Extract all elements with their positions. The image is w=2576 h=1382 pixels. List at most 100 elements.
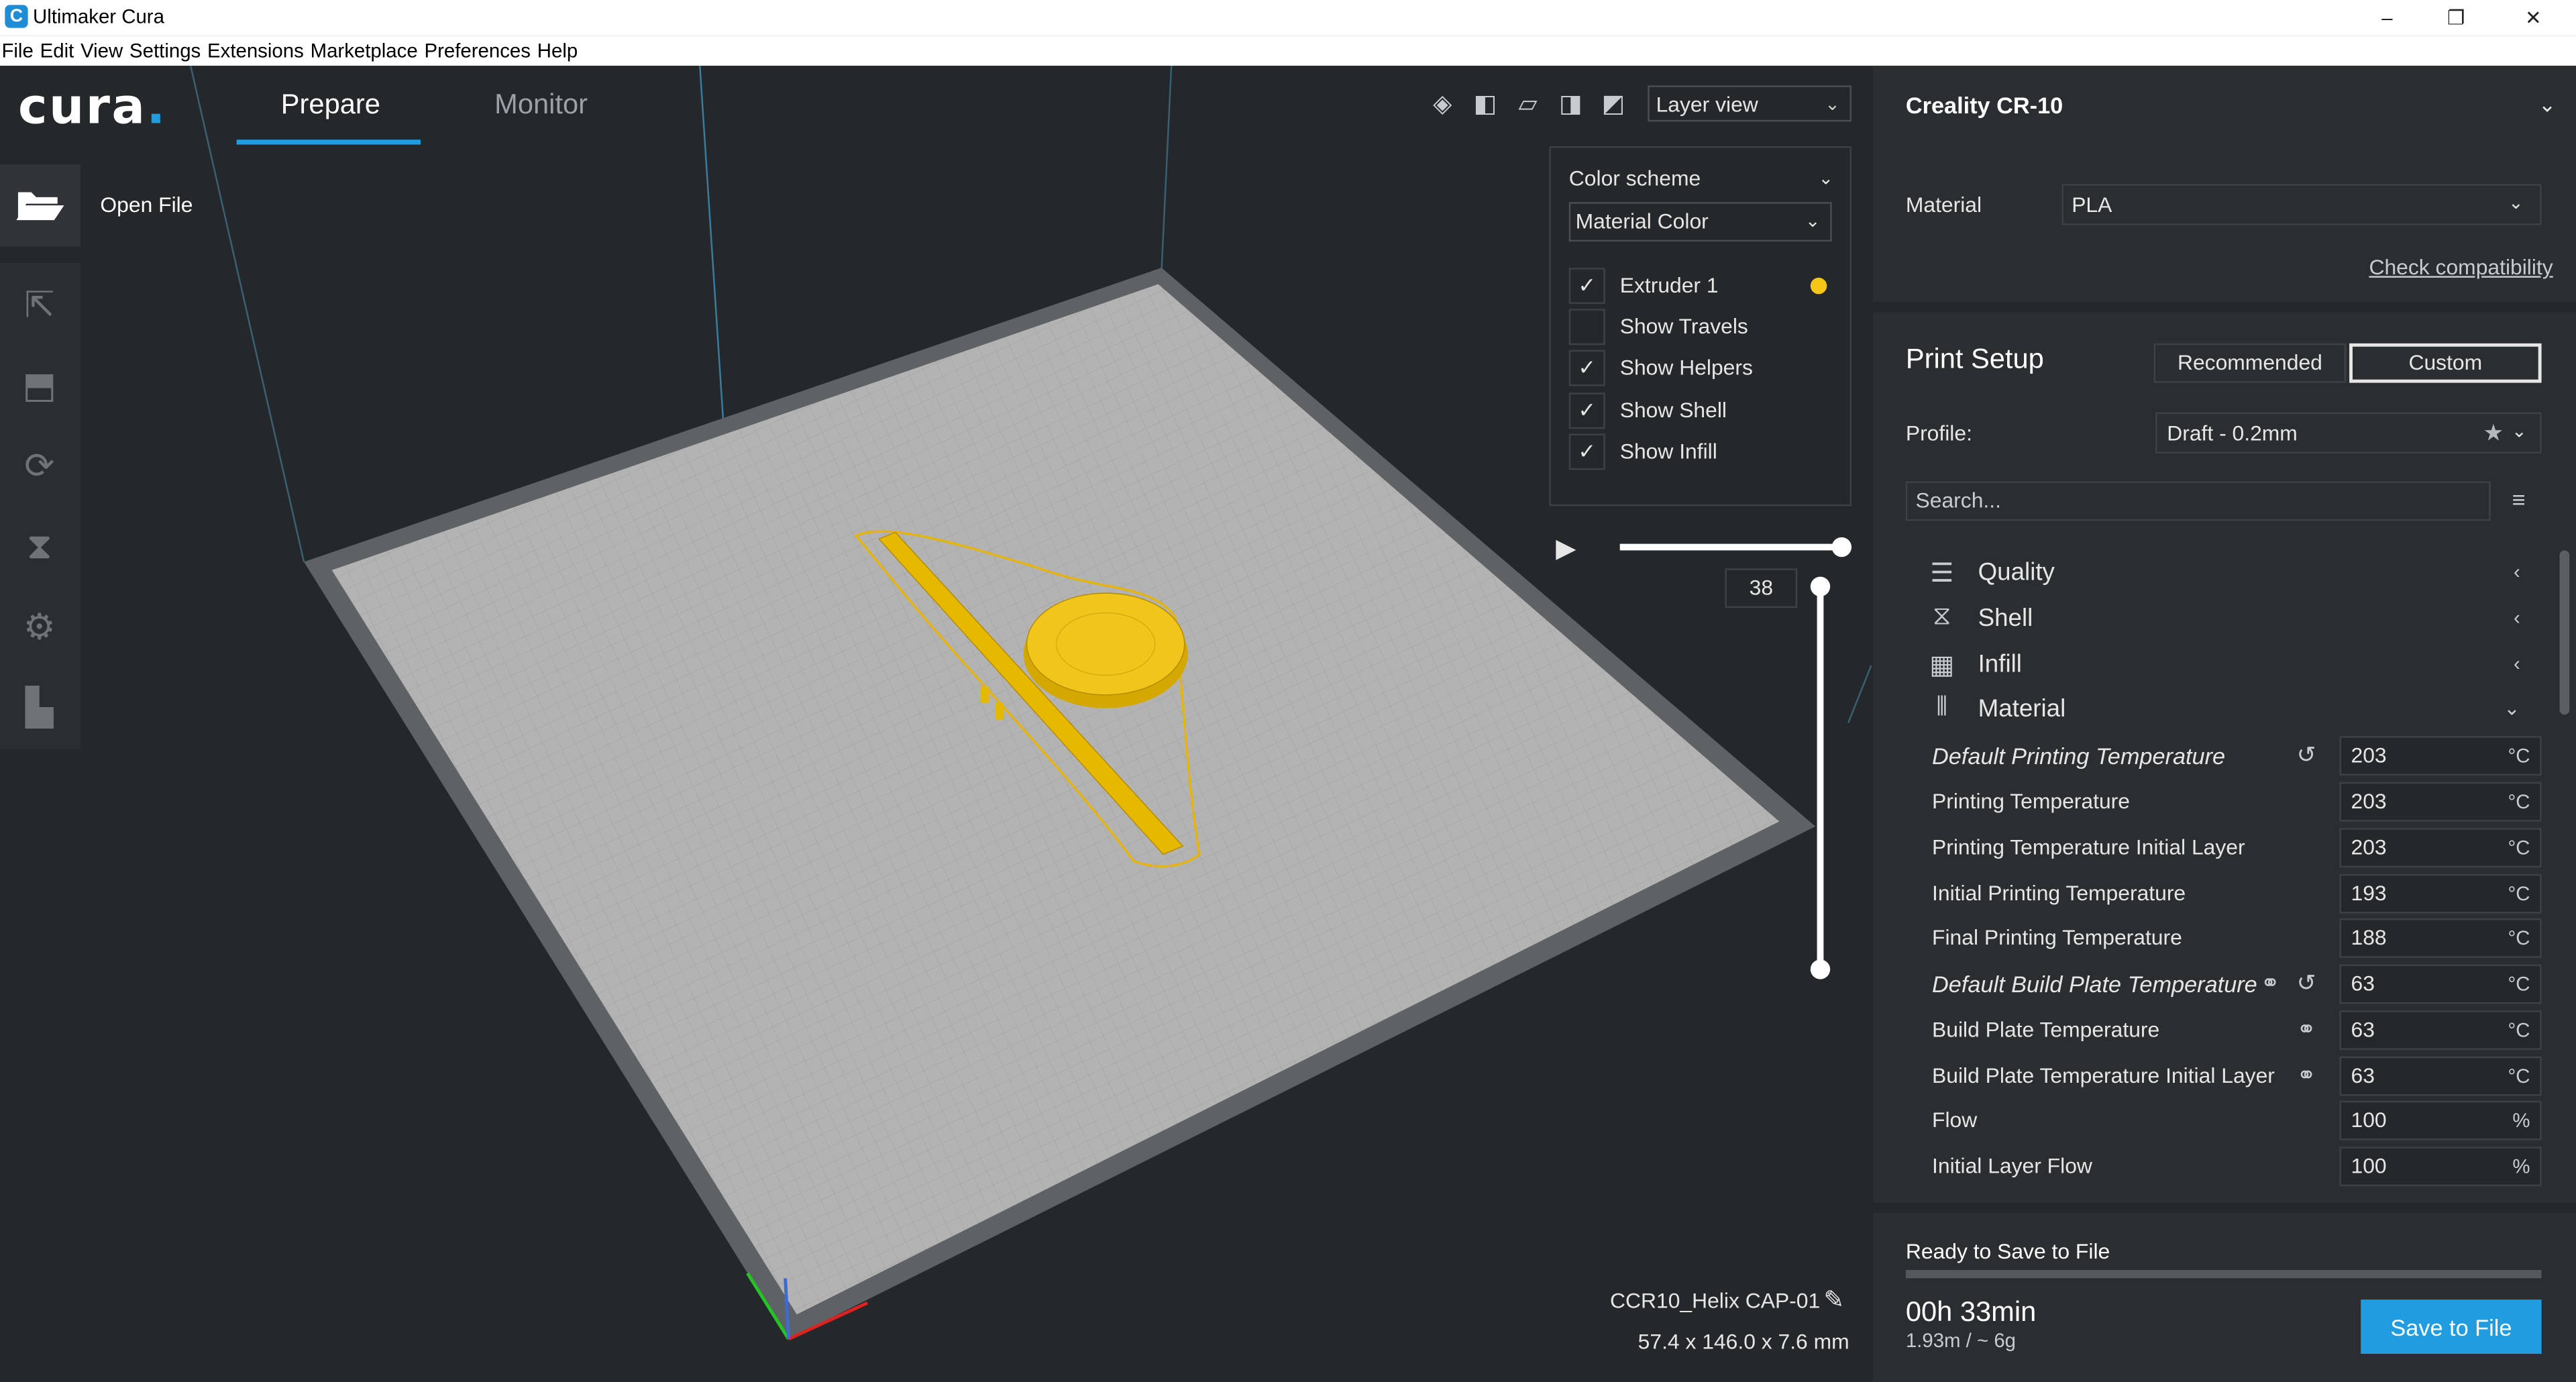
menu-extensions[interactable]: Extensions bbox=[206, 36, 304, 66]
setting-default-build-plate-temperature: Default Build Plate Temperature ⚭ ↺ 63 °C bbox=[1932, 964, 2543, 1004]
category-material[interactable]: ⦀ Material ⌄ bbox=[1925, 692, 2533, 728]
link-icon[interactable]: ⚭ bbox=[2261, 969, 2280, 998]
close-button[interactable]: ✕ bbox=[2496, 0, 2571, 36]
material-select[interactable]: PLA ⌄ bbox=[2061, 184, 2542, 225]
menu-help[interactable]: Help bbox=[535, 36, 578, 66]
pencil-icon[interactable]: ✎ bbox=[1823, 1285, 1844, 1315]
menu-marketplace[interactable]: Marketplace bbox=[309, 36, 418, 66]
tab-prepare[interactable]: Prepare bbox=[281, 89, 380, 121]
layer-slider-top-handle[interactable] bbox=[1810, 576, 1831, 596]
profile-select[interactable]: Draft - 0.2mm ★ ⌄ bbox=[2155, 412, 2542, 454]
chevron-down-icon: ⌄ bbox=[2511, 422, 2527, 442]
show-infill-toggle[interactable]: ✓ Show Infill bbox=[1568, 433, 1840, 474]
tab-monitor[interactable]: Monitor bbox=[494, 89, 588, 121]
menu-file[interactable]: File bbox=[0, 36, 34, 66]
menu-edit[interactable]: Edit bbox=[38, 36, 74, 66]
setting-printing-temperature-initial-layer: Printing Temperature Initial Layer 203 °C bbox=[1932, 828, 2543, 868]
material-icon: ⦀ bbox=[1936, 693, 1948, 722]
move-tool-icon[interactable]: ⇱ bbox=[15, 281, 64, 330]
category-shell[interactable]: ⧖ Shell ‹ bbox=[1925, 601, 2533, 637]
link-icon[interactable]: ⚭ bbox=[2297, 1015, 2316, 1043]
save-to-file-button[interactable]: Save to File bbox=[2361, 1299, 2542, 1354]
setting-value-input[interactable]: 100% bbox=[2339, 1147, 2542, 1187]
material-estimate: 1.93m / ~ 6g bbox=[1905, 1329, 2017, 1352]
printer-select[interactable]: Creality CR-10 bbox=[1906, 92, 2063, 118]
quality-icon: ☰ bbox=[1930, 560, 1954, 588]
reset-icon[interactable]: ↺ bbox=[2297, 969, 2316, 998]
chevron-left-icon: ‹ bbox=[2513, 560, 2520, 584]
chevron-down-icon: ⌄ bbox=[2504, 696, 2520, 720]
collapse-panel-icon[interactable]: ⌄ bbox=[1819, 168, 1834, 189]
checkbox[interactable]: ✓ bbox=[1568, 268, 1605, 305]
model-name: CCR10_Helix CAP-01 bbox=[1610, 1288, 1821, 1313]
print-setup-title: Print Setup bbox=[1905, 343, 2044, 375]
minimize-button[interactable]: – bbox=[2349, 0, 2425, 36]
checkbox[interactable]: ✓ bbox=[1568, 350, 1605, 386]
setting-value-input[interactable]: 63 °C bbox=[2339, 1010, 2542, 1050]
settings-menu-icon[interactable]: ≡ bbox=[2512, 486, 2526, 513]
category-infill[interactable]: ▦ Infill ‹ bbox=[1925, 647, 2533, 684]
chevron-down-icon[interactable]: ⌄ bbox=[2538, 92, 2557, 118]
setting-value-input[interactable]: 63 °C bbox=[2339, 964, 2542, 1004]
mirror-tool-icon[interactable]: ⧗ bbox=[15, 523, 64, 572]
current-layer-input[interactable]: 38 bbox=[1725, 568, 1798, 608]
left-toolbar: ⇱ ⬒ ⟳ ⧗ ⚙ ▙ bbox=[0, 262, 81, 749]
show-helpers-toggle[interactable]: ✓ Show Helpers bbox=[1568, 350, 1840, 390]
setting-flow: Flow 100% bbox=[1932, 1100, 2543, 1140]
category-quality[interactable]: ☰ Quality ‹ bbox=[1925, 555, 2533, 592]
slice-progress-bar bbox=[1905, 1270, 2542, 1279]
view-type-select[interactable]: Layer view ⌄ bbox=[1648, 85, 1852, 122]
setting-build-plate-temperature-initial-layer: Build Plate Temperature Initial Layer ⚭ … bbox=[1932, 1056, 2543, 1096]
setting-value-input[interactable]: 203 °C bbox=[2339, 736, 2542, 776]
path-slider[interactable] bbox=[1619, 543, 1843, 551]
custom-mode-button[interactable]: Custom bbox=[2349, 343, 2542, 383]
top-view-icon[interactable]: ▱ bbox=[1511, 91, 1544, 120]
color-scheme-select[interactable]: Material Color ⌄ bbox=[1568, 202, 1832, 242]
reset-icon[interactable]: ↺ bbox=[2297, 741, 2316, 769]
chevron-left-icon: ‹ bbox=[2513, 652, 2520, 676]
front-view-icon[interactable]: ◧ bbox=[1468, 91, 1501, 120]
setting-value-input[interactable]: 203 °C bbox=[2339, 782, 2542, 822]
chevron-left-icon: ‹ bbox=[2513, 606, 2520, 629]
profile-label: Profile: bbox=[1905, 420, 1972, 445]
setting-final-printing-temperature: Final Printing Temperature 188 °C bbox=[1932, 918, 2543, 958]
material-label: Material bbox=[1905, 192, 1982, 217]
rotate-tool-icon[interactable]: ⟳ bbox=[15, 442, 64, 491]
left-view-icon[interactable]: ◨ bbox=[1554, 91, 1587, 120]
right-view-icon[interactable]: ◩ bbox=[1597, 91, 1629, 120]
setting-value-input[interactable]: 100% bbox=[2339, 1100, 2542, 1140]
menu-view[interactable]: View bbox=[79, 36, 123, 66]
checkbox[interactable] bbox=[1568, 309, 1605, 346]
setting-value-input[interactable]: 193 °C bbox=[2339, 873, 2542, 914]
folder-open-icon bbox=[16, 192, 64, 221]
link-icon[interactable]: ⚭ bbox=[2297, 1061, 2316, 1089]
per-model-settings-icon[interactable]: ⚙ bbox=[15, 603, 64, 652]
path-slider-handle[interactable] bbox=[1831, 537, 1852, 557]
layer-slider-bottom-handle[interactable] bbox=[1810, 959, 1831, 979]
checkbox[interactable]: ✓ bbox=[1568, 433, 1605, 470]
checkbox[interactable]: ✓ bbox=[1568, 392, 1605, 429]
star-icon[interactable]: ★ bbox=[2483, 414, 2504, 451]
scale-tool-icon[interactable]: ⬒ bbox=[15, 362, 64, 411]
extruder-color-swatch bbox=[1810, 277, 1827, 295]
cura-logo: cura. bbox=[17, 78, 167, 137]
3d-view-icon[interactable]: ◈ bbox=[1426, 91, 1459, 120]
show-travels-toggle[interactable]: Show Travels bbox=[1568, 309, 1840, 348]
recommended-mode-button[interactable]: Recommended bbox=[2153, 343, 2347, 383]
setting-value-input[interactable]: 188 °C bbox=[2339, 918, 2542, 958]
open-file-button[interactable] bbox=[0, 164, 81, 247]
menu-preferences[interactable]: Preferences bbox=[423, 36, 530, 66]
play-simulation-icon[interactable]: ▶ bbox=[1556, 532, 1576, 565]
setting-value-input[interactable]: 63 °C bbox=[2339, 1056, 2542, 1096]
extruder-1-toggle[interactable]: ✓ Extruder 1 bbox=[1568, 268, 1840, 307]
check-compatibility-link[interactable]: Check compatibility bbox=[2369, 255, 2553, 280]
restore-button[interactable]: ❐ bbox=[2418, 0, 2494, 36]
menu-bar: File Edit View Settings Extensions Marketplac… bbox=[0, 36, 2576, 66]
menu-settings[interactable]: Settings bbox=[128, 36, 201, 66]
settings-search-input[interactable]: Search... bbox=[1905, 481, 2491, 521]
setting-value-input[interactable]: 203 °C bbox=[2339, 828, 2542, 868]
layer-slider[interactable] bbox=[1817, 584, 1824, 973]
support-blocker-icon[interactable]: ▙ bbox=[15, 684, 64, 733]
settings-scrollbar[interactable] bbox=[2559, 550, 2570, 715]
show-shell-toggle[interactable]: ✓ Show Shell bbox=[1568, 392, 1840, 432]
